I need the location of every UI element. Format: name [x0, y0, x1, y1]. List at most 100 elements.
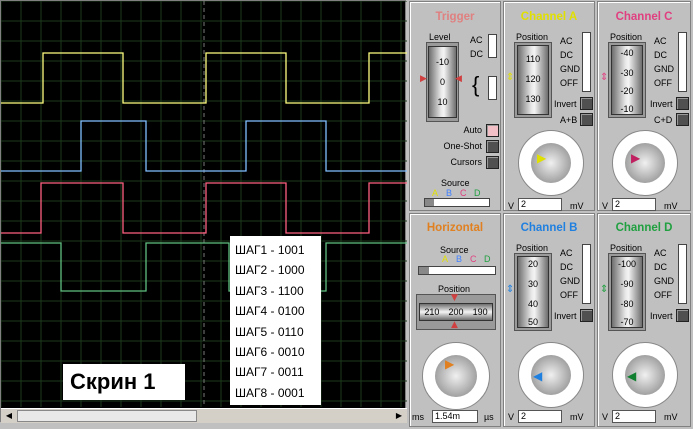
mode-gnd-label: GND	[654, 64, 674, 74]
source-d-label: D	[484, 254, 491, 264]
level-tick: -10	[435, 57, 449, 67]
channel-c-value-field[interactable]: 2	[612, 198, 656, 211]
trigger-coupling-switch[interactable]	[488, 34, 497, 58]
channel-a-sum-button[interactable]	[580, 113, 593, 126]
trigger-source-slider[interactable]	[424, 198, 490, 207]
invert-label: Invert	[554, 99, 577, 109]
level-tick: 10	[437, 97, 448, 107]
channel-c-position-label: Position	[610, 32, 643, 42]
channel-c-volts-knob[interactable]: ▶	[612, 130, 678, 196]
channel-a-mode-switch[interactable]	[582, 32, 591, 92]
unit-label: µs	[484, 412, 494, 422]
channel-a-position-drum[interactable]: 110 120 130	[517, 45, 549, 115]
position-tick: -30	[620, 68, 634, 78]
channel-d-mode-switch[interactable]	[678, 244, 687, 304]
channel-b-invert-button[interactable]	[580, 309, 593, 322]
horizontal-scrollbar[interactable]: ◀ ▶	[1, 408, 407, 423]
waveform-display	[1, 1, 407, 407]
position-tick: 50	[527, 317, 538, 327]
source-c-label: C	[470, 254, 477, 264]
step-row: ШАГ8 - 0001	[235, 385, 305, 400]
level-left-marker-icon: ▶	[420, 74, 427, 84]
channel-b-volts-knob[interactable]: ◀	[518, 342, 584, 408]
a-plus-b-label: A+B	[560, 115, 578, 125]
mode-ac-label: AC	[560, 36, 573, 46]
unit-label: mV	[570, 201, 584, 211]
level-drum[interactable]: -10 0 10	[428, 46, 457, 118]
step-row: ШАГ4 - 0100	[235, 304, 305, 319]
scale-left-label: V	[602, 412, 609, 422]
position-top-marker-icon: ▼	[451, 293, 458, 303]
step-row: ШАГ1 - 1001	[235, 243, 305, 257]
channel-c-invert-button[interactable]	[676, 97, 689, 110]
position-tick: 190	[472, 307, 488, 317]
channel-d-arrow-icon: ⇕	[600, 284, 609, 295]
scale-left-label: V	[508, 412, 515, 422]
mode-dc-label: DC	[654, 50, 667, 60]
position-tick: -10	[620, 104, 634, 114]
channel-c-position-drum[interactable]: -40 -30 -20 -10	[611, 45, 643, 115]
source-a-label: A	[432, 188, 439, 198]
mode-dc-label: DC	[560, 50, 573, 60]
position-tick: 210	[424, 307, 440, 317]
channel-c-mode-switch[interactable]	[678, 32, 687, 92]
channel-d-volts-knob[interactable]: ◀	[612, 342, 678, 408]
invert-label: Invert	[554, 311, 577, 321]
mode-ac-label: AC	[654, 36, 667, 46]
channel-d-title: Channel D	[615, 222, 673, 234]
trigger-title: Trigger	[435, 11, 475, 23]
cursors-button[interactable]	[486, 156, 499, 169]
channel-b-position-drum[interactable]: 20 30 40 50	[517, 256, 549, 328]
cursors-label: Cursors	[450, 157, 482, 167]
step-table: ШАГ1 - 1001 ШАГ2 - 1000 ШАГ3 - 1100 ШАГ4…	[230, 236, 321, 405]
channel-b-panel: Channel B Position 20 30 40 50 ⇕ AC DC G…	[503, 213, 595, 427]
invert-label: Invert	[650, 311, 673, 321]
channel-c-panel: Channel C Position -40 -30 -20 -10 ⇕ AC …	[597, 1, 691, 211]
auto-label: Auto	[463, 125, 482, 135]
trigger-source-label: Source	[441, 178, 470, 188]
scroll-right-icon[interactable]: ▶	[392, 410, 406, 422]
channel-b-mode-switch[interactable]	[582, 244, 591, 304]
trigger-edge-switch[interactable]	[488, 76, 497, 100]
position-tick: 130	[525, 94, 541, 104]
mode-off-label: OFF	[654, 290, 672, 300]
source-b-label: B	[446, 188, 453, 198]
channel-d-invert-button[interactable]	[676, 309, 689, 322]
mode-ac-label: AC	[560, 248, 573, 258]
scroll-left-icon[interactable]: ◀	[2, 410, 16, 422]
position-tick: 200	[448, 307, 464, 317]
channel-b-value-field[interactable]: 2	[518, 410, 562, 423]
scale-left-label: V	[508, 201, 515, 211]
position-tick: -20	[620, 86, 634, 96]
channel-d-position-drum[interactable]: -100 -90 -80 -70	[611, 256, 643, 328]
channel-d-position-label: Position	[610, 243, 643, 253]
channel-a-volts-knob[interactable]: ▶	[518, 130, 584, 196]
step-row: ШАГ2 - 1000	[235, 263, 305, 278]
level-right-marker-icon: ◀	[455, 74, 462, 84]
mode-gnd-label: GND	[560, 64, 580, 74]
channel-a-value-field[interactable]: 2	[518, 198, 562, 211]
auto-button[interactable]	[486, 124, 499, 137]
step-row: ШАГ7 - 0011	[235, 365, 304, 380]
unit-label: mV	[570, 412, 584, 422]
step-row: ШАГ6 - 0010	[235, 344, 305, 359]
mode-off-label: OFF	[560, 78, 578, 88]
level-label: Level	[429, 32, 451, 42]
mode-dc-label: DC	[560, 262, 573, 272]
mode-ac-label: AC	[654, 248, 667, 258]
channel-d-value-field[interactable]: 2	[612, 410, 656, 423]
timebase-knob[interactable]: ▶	[422, 342, 490, 410]
scale-left-label: V	[602, 201, 609, 211]
channel-a-panel: Channel A Position 110 120 130 ⇕ AC DC G…	[503, 1, 595, 211]
horizontal-source-slider[interactable]	[418, 266, 496, 275]
scroll-thumb[interactable]	[17, 410, 197, 422]
channel-a-invert-button[interactable]	[580, 97, 593, 110]
channel-c-arrow-icon: ⇕	[600, 72, 609, 83]
mode-dc-label: DC	[654, 262, 667, 272]
timebase-value-field[interactable]: 1.54m	[432, 410, 478, 423]
position-tick: -40	[620, 48, 634, 58]
position-bottom-marker-icon: ▲	[451, 320, 458, 330]
one-shot-button[interactable]	[486, 140, 499, 153]
horizontal-position-drum[interactable]: 210 200 190	[419, 303, 493, 321]
channel-c-sum-button[interactable]	[676, 113, 689, 126]
